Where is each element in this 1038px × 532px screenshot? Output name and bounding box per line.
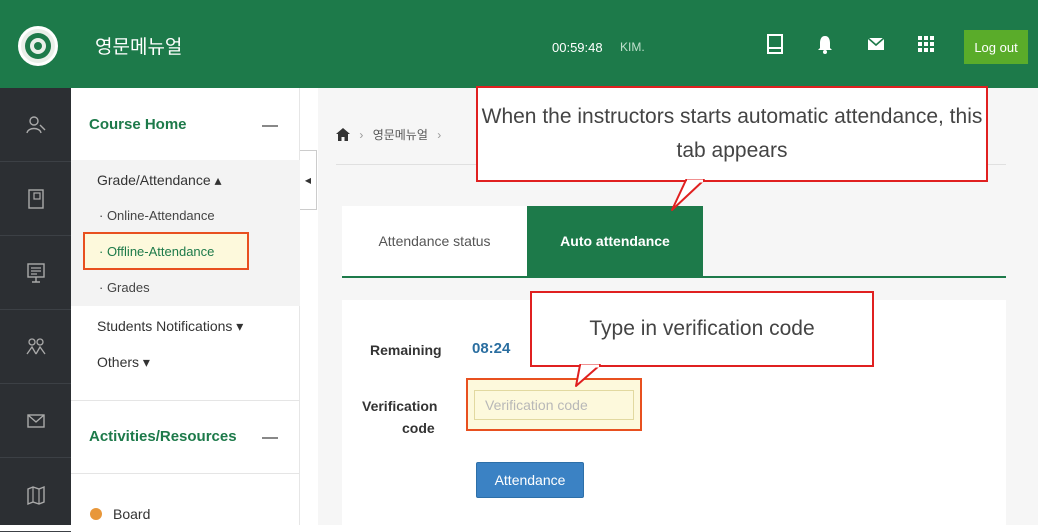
rail-item-profile[interactable] (0, 88, 71, 162)
bell-icon[interactable] (815, 34, 835, 54)
sidebar-item-others[interactable]: Others ▾ (97, 354, 150, 371)
envelope-icon (26, 413, 45, 428)
sidebar-item-board[interactable]: Board (113, 506, 150, 522)
tab-callout: When the instructors starts automatic at… (476, 86, 988, 182)
breadcrumb-separator: › (437, 128, 442, 142)
verification-highlight (466, 378, 642, 431)
remaining-label: Remaining (370, 342, 442, 358)
apps-grid-icon[interactable] (916, 34, 936, 54)
sidebar-item-grades[interactable]: · Grades (99, 280, 150, 295)
map-icon (26, 485, 45, 505)
attendance-tabs: Attendance status Auto attendance (342, 206, 1006, 278)
sidebar-item-students-notifications[interactable]: Students Notifications ▾ (97, 318, 243, 335)
sidebar-item-online-attendance[interactable]: · Online-Attendance (99, 208, 215, 223)
course-sidebar: Course Home Grade/Attendance ▴ · Online-… (71, 88, 300, 525)
collapse-dash-icon[interactable] (262, 437, 278, 439)
session-clock: 00:59:48 (552, 40, 603, 55)
rail-item-presentation[interactable] (0, 236, 71, 310)
sidebar-toggle-button[interactable]: ◀ (300, 150, 317, 210)
collapse-dash-icon[interactable] (262, 125, 278, 127)
sidebar-divider (71, 473, 300, 474)
group-icon (25, 337, 46, 354)
sidebar-item-course-home[interactable]: Course Home (89, 116, 187, 133)
tab-attendance-status[interactable]: Attendance status (342, 206, 527, 276)
emblem-icon (25, 33, 51, 59)
app-title[interactable]: 영문메뉴얼 (95, 32, 182, 59)
rail-item-group[interactable] (0, 310, 71, 384)
verification-code-input[interactable] (474, 390, 634, 420)
sidebar-divider (71, 400, 300, 401)
notebook-icon (27, 188, 44, 209)
tab-underline (342, 276, 1006, 278)
attendance-button[interactable]: Attendance (476, 462, 584, 498)
icon-rail (0, 88, 71, 532)
code-callout: Type in verification code (530, 291, 874, 367)
user-profile-icon (25, 115, 45, 133)
breadcrumb: › 영문메뉴얼 › (336, 126, 447, 143)
sidebar-item-grade-attendance[interactable]: Grade/Attendance ▴ (97, 172, 222, 189)
breadcrumb-separator: › (359, 128, 364, 142)
presentation-icon (26, 262, 45, 283)
tablet-icon[interactable] (765, 34, 785, 54)
verification-label-line2: code (402, 420, 435, 436)
sidebar-item-offline-attendance[interactable]: · Offline-Attendance (99, 244, 214, 259)
verification-label: Verification (362, 398, 438, 414)
top-bar: 영문메뉴얼 00:59:48 KIM. Log out (0, 0, 1038, 88)
rail-item-notebook[interactable] (0, 162, 71, 236)
sidebar-item-activities-resources[interactable]: Activities/Resources (89, 428, 237, 445)
breadcrumb-course[interactable]: 영문메뉴얼 (373, 128, 428, 142)
tab-auto-attendance[interactable]: Auto attendance (527, 206, 703, 276)
remaining-time: 08:24 (472, 340, 511, 357)
logout-button[interactable]: Log out (964, 30, 1028, 64)
mail-icon[interactable] (866, 34, 886, 54)
rail-item-messages[interactable] (0, 384, 71, 458)
user-name: KIM. (620, 40, 645, 54)
home-icon[interactable] (336, 128, 350, 141)
grade-attendance-group: Grade/Attendance ▴ · Online-Attendance ·… (71, 160, 300, 306)
university-logo[interactable] (18, 26, 58, 66)
board-bullet-icon (90, 508, 102, 520)
rail-item-map[interactable] (0, 458, 71, 532)
